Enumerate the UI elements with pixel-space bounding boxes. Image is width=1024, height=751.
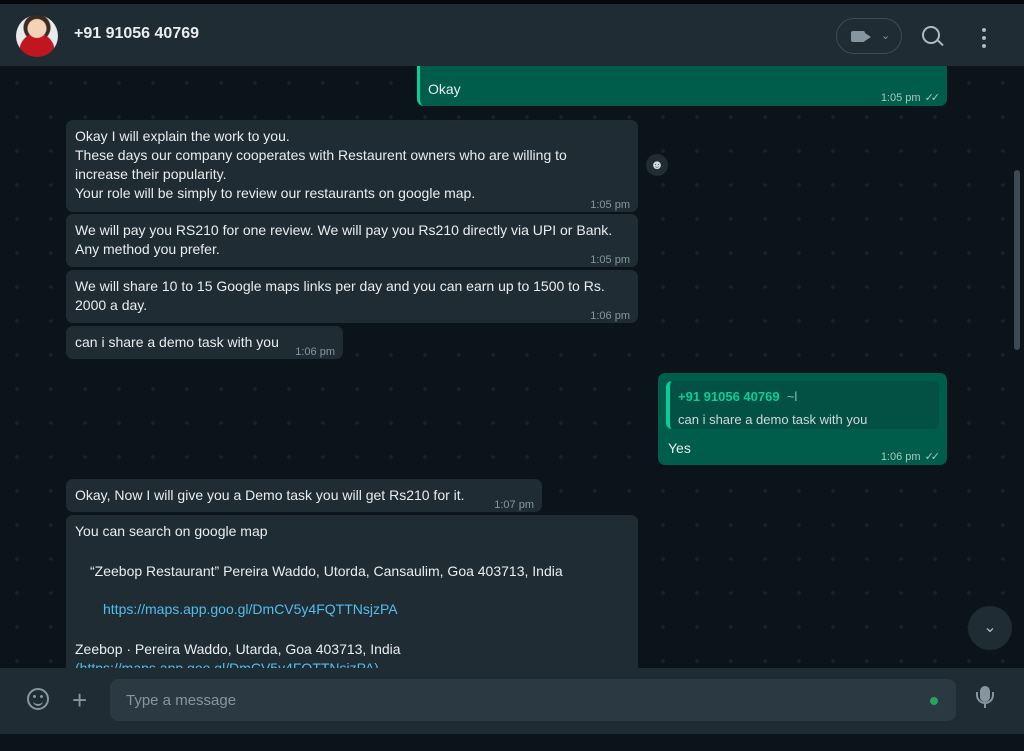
scrollbar-thumb[interactable] [1014, 170, 1020, 350]
message-text-line: Okay I will explain the work to you. [75, 128, 290, 144]
message-time: 1:06 pm ✓✓ [881, 448, 941, 467]
double-check-icon: ✓✓ [924, 451, 941, 463]
message-text-line: Your role will be simply to review our r… [75, 185, 476, 201]
smiley-icon[interactable] [27, 688, 49, 710]
message-incoming[interactable]: Okay, Now I will give you a Demo task yo… [66, 479, 542, 512]
message-incoming[interactable]: We will share 10 to 15 Google maps links… [66, 270, 638, 323]
message-text-line: Any method you prefer. [75, 241, 220, 257]
message-outgoing[interactable]: Okay 1:05 pm ✓✓ [417, 66, 947, 106]
message-text-line: 2000 a day. [75, 297, 148, 313]
chat-header: +91 91056 40769 ⌄ [0, 4, 1024, 66]
quoted-sender: +91 91056 40769 ~l [678, 389, 798, 404]
message-list[interactable]: Okay 1:05 pm ✓✓ Okay I will explain the w… [0, 66, 1024, 668]
quoted-text: can i share a demo task with you [678, 412, 868, 427]
message-time: 1:07 pm [494, 499, 534, 511]
message-time: 1:05 pm [590, 254, 630, 266]
video-camera-icon [851, 31, 871, 42]
message-text: can i share a demo task with you [75, 334, 279, 350]
chevron-down-icon: ⌄ [983, 619, 997, 636]
map-link[interactable]: https://maps.app.goo.gl/DmCV5y4FQTTNsjzP… [103, 600, 398, 619]
double-check-icon: ✓✓ [924, 92, 941, 104]
window-bottom-edge [0, 734, 1024, 751]
chevron-down-icon: ⌄ [881, 30, 891, 42]
app-window: +91 91056 40769 ⌄ Okay 1:05 pm ✓✓ Okay I … [0, 0, 1024, 751]
search-icon[interactable] [922, 26, 940, 44]
message-text: Okay, Now I will give you a Demo task yo… [75, 487, 465, 503]
message-text-line: You can search on google map [75, 523, 268, 539]
message-text-line: “Zeebop Restaurant” Pereira Waddo, Utord… [90, 563, 563, 579]
message-text: Yes [668, 440, 691, 456]
plus-icon[interactable]: + [72, 687, 87, 713]
contact-avatar[interactable] [16, 15, 58, 57]
message-text-line: Zeebop · Pereira Waddo, Utarda, Goa 4037… [75, 641, 401, 657]
message-text-line: These days our company cooperates with R… [75, 147, 567, 163]
message-time: 1:05 pm [590, 199, 630, 211]
composer-bar: + [0, 668, 1024, 734]
message-text-line: We will pay you RS210 for one review. We… [75, 222, 613, 238]
message-text: Okay [428, 81, 461, 97]
contact-name[interactable]: +91 91056 40769 [74, 25, 199, 43]
microphone-icon[interactable] [976, 686, 994, 708]
status-dot [930, 697, 938, 705]
message-time: 1:06 pm [590, 310, 630, 322]
message-input[interactable] [110, 679, 956, 721]
message-incoming[interactable]: can i share a demo task with you 1:06 pm [66, 326, 343, 359]
message-text-line: increase their popularity. [75, 166, 227, 182]
message-text-line: We will share 10 to 15 Google maps links… [75, 278, 605, 294]
message-time: 1:06 pm [295, 346, 335, 358]
message-outgoing-reply[interactable]: +91 91056 40769 ~l can i share a demo ta… [658, 373, 947, 465]
message-time: 1:05 pm ✓✓ [881, 89, 941, 108]
react-emoji-icon[interactable]: ☻ [646, 154, 668, 176]
video-call-button[interactable]: ⌄ [836, 18, 902, 54]
scroll-to-bottom-button[interactable]: ⌄ [968, 606, 1012, 650]
map-link[interactable]: (https://maps.app.goo.gl/DmCV5y4FQTTNsjz… [75, 659, 379, 668]
kebab-menu-icon[interactable] [982, 28, 986, 48]
message-incoming[interactable]: We will pay you RS210 for one review. We… [66, 214, 638, 267]
quoted-message[interactable]: +91 91056 40769 ~l can i share a demo ta… [666, 381, 939, 429]
message-incoming[interactable]: You can search on google map “Zeebop Res… [66, 515, 638, 668]
message-incoming[interactable]: Okay I will explain the work to you. The… [66, 120, 638, 212]
